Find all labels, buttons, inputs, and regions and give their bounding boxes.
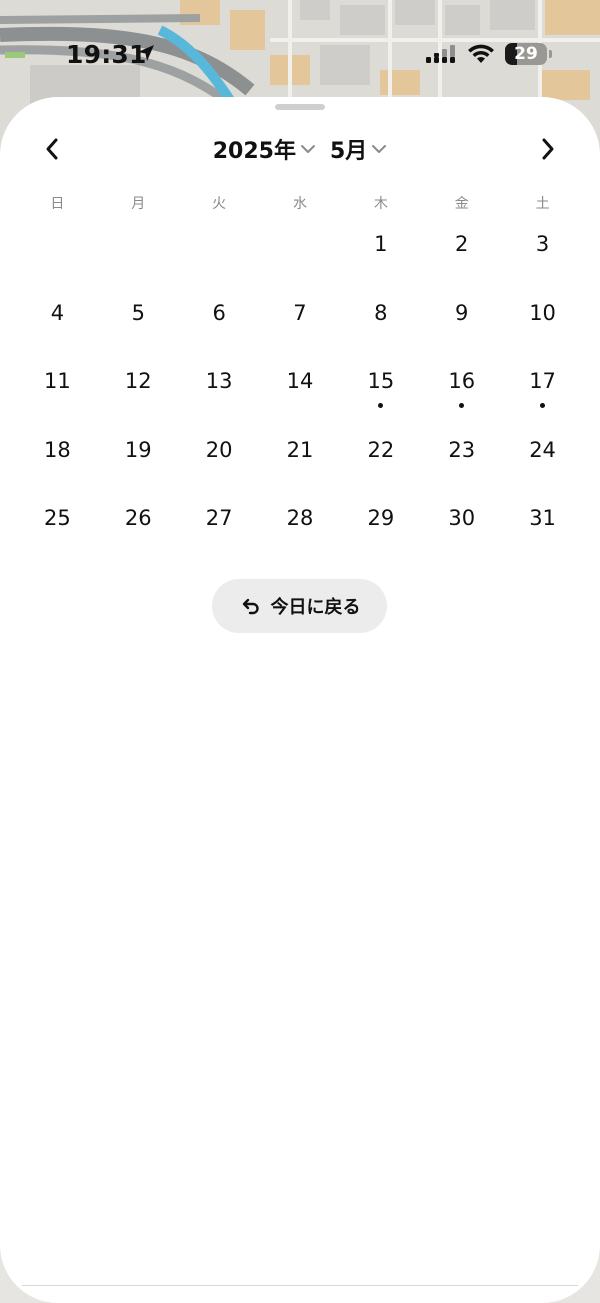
battery-icon: 29 [505, 43, 547, 65]
calendar-day[interactable]: 6 [179, 296, 260, 365]
calendar-day[interactable]: 10 [502, 296, 583, 365]
calendar-day[interactable]: 24 [502, 433, 583, 502]
event-indicator-dot [459, 403, 465, 408]
calendar-empty-cell [17, 227, 98, 296]
calendar-day[interactable]: 29 [340, 501, 421, 570]
weekday-label: 日 [50, 196, 65, 212]
month-label: 5月 [329, 139, 368, 164]
calendar-day[interactable]: 16 [421, 364, 502, 433]
year-picker[interactable]: 2025年 [213, 133, 316, 165]
year-label: 2025年 [212, 139, 296, 164]
calendar-sheet: 2025年 5月 日 月 火 水 木 金 土 1 2 3 4 5 6 7 8 9… [0, 97, 600, 1303]
calendar-day[interactable]: 9 [421, 296, 502, 365]
event-indicator-dot [378, 403, 384, 408]
status-time: 19:31 [66, 40, 147, 69]
calendar-day[interactable]: 25 [17, 501, 98, 570]
calendar-day[interactable]: 15 [340, 364, 421, 433]
weekday-label: 水 [292, 196, 307, 212]
sheet-grabber[interactable] [275, 104, 325, 110]
calendar-day[interactable]: 5 [98, 296, 179, 365]
calendar-day[interactable]: 13 [179, 364, 260, 433]
calendar-day[interactable]: 19 [98, 433, 179, 502]
weekday-label: 金 [454, 196, 469, 212]
calendar-day[interactable]: 20 [179, 433, 260, 502]
weekday-label: 木 [373, 196, 388, 212]
calendar-day[interactable]: 18 [17, 433, 98, 502]
calendar-day[interactable]: 2 [421, 227, 502, 296]
screen: 19:31 29 2025年 5月 日 月 火 水 木 金 土 1 2 3 4 … [0, 0, 600, 1303]
weekday-header: 日 月 火 水 木 金 土 [17, 193, 583, 213]
calendar-day[interactable]: 7 [260, 296, 341, 365]
chevron-down-icon [372, 145, 387, 153]
calendar-day[interactable]: 22 [340, 433, 421, 502]
return-arrow-icon [242, 598, 259, 615]
sheet-bottom-divider [22, 1285, 578, 1286]
calendar-day[interactable]: 8 [340, 296, 421, 365]
calendar-day[interactable]: 3 [502, 227, 583, 296]
calendar-empty-cell [98, 227, 179, 296]
calendar-day-grid: 1 2 3 4 5 6 7 8 9 10 11 12 13 14 15 16 17 18 19 20 21 22 23 24 2… [17, 227, 583, 570]
wifi-icon [468, 44, 494, 63]
calendar-day[interactable]: 23 [421, 433, 502, 502]
chevron-down-icon [300, 145, 315, 153]
calendar-day[interactable]: 28 [260, 501, 341, 570]
calendar-day[interactable]: 4 [17, 296, 98, 365]
calendar-day[interactable]: 11 [17, 364, 98, 433]
month-picker[interactable]: 5月 [330, 133, 387, 165]
battery-tip [549, 50, 552, 58]
calendar-day[interactable]: 21 [260, 433, 341, 502]
back-to-today-button[interactable]: 今日に戻る [212, 579, 387, 633]
battery-level: 29 [514, 44, 538, 64]
next-month-button[interactable] [527, 129, 567, 169]
event-indicator-dot [540, 403, 546, 408]
calendar-day[interactable]: 12 [98, 364, 179, 433]
calendar-day[interactable]: 26 [98, 501, 179, 570]
calendar-day[interactable]: 1 [340, 227, 421, 296]
calendar-day[interactable]: 30 [421, 501, 502, 570]
location-arrow-icon [138, 45, 154, 61]
calendar-day[interactable]: 14 [260, 364, 341, 433]
chevron-right-icon [542, 138, 554, 160]
calendar-empty-cell [179, 227, 260, 296]
calendar-empty-cell [260, 227, 341, 296]
cellular-signal-icon [426, 45, 455, 63]
weekday-label: 月 [131, 196, 146, 212]
weekday-label: 土 [535, 196, 550, 212]
status-bar: 19:31 29 [0, 0, 600, 100]
calendar-day[interactable]: 31 [502, 501, 583, 570]
calendar-day[interactable]: 17 [502, 364, 583, 433]
back-to-today-label: 今日に戻る [270, 597, 361, 618]
month-title: 2025年 5月 [0, 129, 600, 169]
calendar-day[interactable]: 27 [179, 501, 260, 570]
weekday-label: 火 [212, 196, 227, 212]
